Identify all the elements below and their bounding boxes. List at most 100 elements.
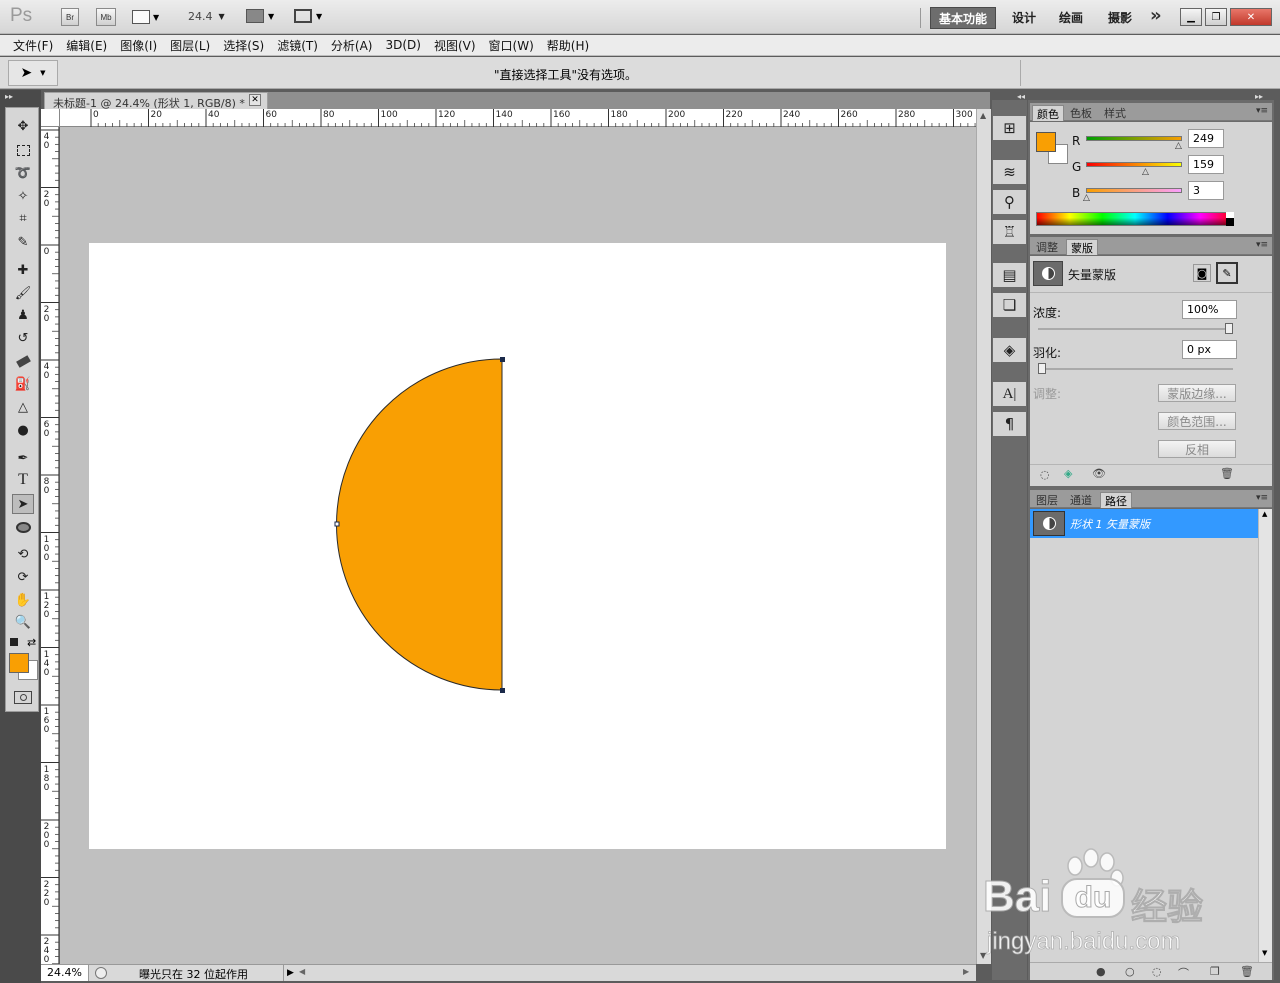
menu-edit[interactable]: 编辑(E) — [66, 37, 107, 54]
history-panel-icon[interactable]: ⊞ — [993, 116, 1026, 140]
brush-presets-icon[interactable]: ≋ — [993, 160, 1026, 184]
tool-preset-picker[interactable]: ➤ ▼ — [8, 60, 58, 86]
scroll-left-icon[interactable]: ◀ — [299, 967, 305, 976]
tab-masks[interactable]: 蒙版 — [1066, 239, 1098, 255]
green-value-field[interactable]: 159 — [1188, 155, 1224, 174]
healing-brush-tool[interactable]: ✚ — [12, 260, 34, 280]
crop-tool[interactable]: ⌗ — [12, 208, 34, 228]
visibility-eye-icon[interactable]: 👁 — [1092, 467, 1106, 480]
color-range-button[interactable]: 颜色范围... — [1158, 412, 1236, 430]
paths-scrollbar[interactable]: ▲ ▼ — [1258, 509, 1272, 962]
fill-path-icon[interactable]: ● — [1096, 965, 1106, 978]
ruler-origin[interactable] — [41, 109, 60, 127]
add-vector-mask-button[interactable]: ✎ — [1216, 262, 1238, 284]
character-panel-icon[interactable]: A| — [993, 382, 1026, 406]
red-value-field[interactable]: 249 — [1188, 129, 1224, 148]
tab-paths[interactable]: 路径 — [1100, 492, 1132, 508]
eraser-tool[interactable] — [12, 351, 34, 371]
red-slider-handle[interactable]: △ — [1175, 141, 1182, 151]
history-brush-tool[interactable]: ↺ — [12, 328, 34, 348]
marquee-tool[interactable] — [12, 140, 34, 160]
swap-colors-icon[interactable]: ⇄ — [27, 636, 36, 649]
3d-rotate-tool[interactable]: ⟲ — [12, 544, 34, 564]
paint-bucket-tool[interactable]: ⛽ — [12, 374, 34, 394]
document-canvas[interactable] — [89, 243, 946, 849]
new-path-icon[interactable]: ❐ — [1210, 965, 1220, 978]
scroll-down-icon[interactable]: ▼ — [1262, 949, 1267, 957]
mini-bridge-button[interactable]: Mb — [96, 8, 116, 26]
trash-icon[interactable]: 🗑 — [1240, 965, 1254, 978]
vertical-ruler[interactable]: 4020020406080100120140160180200220240 — [41, 127, 59, 965]
add-pixel-mask-button[interactable]: ◙ — [1193, 264, 1211, 282]
blue-slider[interactable] — [1086, 188, 1182, 193]
load-path-selection-icon[interactable]: ◌ — [1152, 965, 1162, 978]
menu-file[interactable]: 文件(F) — [13, 37, 53, 54]
default-colors-icon[interactable] — [10, 638, 18, 646]
mask-edge-button[interactable]: 蒙版边缘... — [1158, 384, 1236, 402]
document-tab[interactable]: 未标题-1 @ 24.4% (形状 1, RGB/8) * — [44, 92, 268, 110]
blue-slider-handle[interactable]: △ — [1083, 193, 1090, 203]
panel-menu-icon[interactable]: ▾≡ — [1256, 240, 1268, 250]
arrange-documents-button[interactable]: ▼ — [246, 9, 274, 23]
quick-selection-tool[interactable]: ✧ — [12, 186, 34, 206]
density-slider-thumb[interactable] — [1225, 323, 1233, 334]
menu-3d[interactable]: 3D(D) — [385, 38, 420, 52]
stroke-path-icon[interactable]: ○ — [1125, 965, 1135, 978]
menu-layer[interactable]: 图层(L) — [170, 37, 210, 54]
status-menu-button[interactable]: ▶ — [283, 965, 297, 981]
lasso-tool[interactable]: ➰ — [12, 163, 34, 183]
3d-orbit-tool[interactable]: ⟳ — [12, 567, 34, 587]
zoom-tool[interactable]: 🔍 — [12, 612, 34, 632]
panel-menu-icon[interactable]: ▾≡ — [1256, 493, 1268, 503]
collapse-icon[interactable]: ▸▸ — [1255, 92, 1263, 101]
status-zoom[interactable]: 24.4% — [41, 965, 89, 981]
blur-tool[interactable]: △ — [12, 397, 34, 417]
bridge-button[interactable]: Br — [61, 8, 79, 26]
screen-mode-button[interactable]: ▼ — [294, 9, 322, 23]
hand-tool[interactable]: ✋ — [12, 590, 34, 610]
scroll-up-icon[interactable]: ▲ — [980, 111, 986, 120]
collapse-icon[interactable]: ◂◂ — [1017, 92, 1025, 101]
more-workspaces-button[interactable]: » — [1150, 5, 1162, 26]
notes-panel-icon[interactable]: ❏ — [993, 293, 1026, 317]
tool-presets-icon[interactable]: ⚲ — [993, 190, 1026, 214]
color-spectrum-ramp[interactable] — [1036, 212, 1234, 226]
horizontal-ruler[interactable]: 0 20 40 60 80 100 120 140 160 180 200 220 240 260 280 3… — [60, 109, 976, 127]
workspace-painting-button[interactable]: 绘画 — [1059, 9, 1083, 26]
green-slider[interactable] — [1086, 162, 1182, 167]
feather-slider-thumb[interactable] — [1038, 363, 1046, 374]
paragraph-panel-icon[interactable]: ¶ — [993, 412, 1026, 436]
tab-layers[interactable]: 图层 — [1032, 492, 1062, 508]
apply-mask-icon[interactable]: ◈ — [1064, 467, 1072, 480]
dodge-tool[interactable]: ● — [12, 420, 34, 440]
path-row[interactable]: 形状 1 矢量蒙版 — [1030, 509, 1258, 538]
minimize-button[interactable]: ▁ — [1180, 8, 1202, 26]
scroll-up-icon[interactable]: ▲ — [1262, 510, 1267, 518]
brush-tool[interactable]: 🖌 — [12, 283, 34, 303]
eyedropper-tool[interactable]: ✎ — [12, 232, 34, 252]
type-tool[interactable]: T — [12, 470, 34, 490]
close-window-button[interactable]: ✕ — [1230, 8, 1272, 26]
density-field[interactable]: 100% — [1182, 300, 1237, 319]
workspace-photography-button[interactable]: 摄影 — [1108, 9, 1132, 26]
invert-button[interactable]: 反相 — [1158, 440, 1236, 458]
clone-source-icon[interactable]: ♖ — [993, 220, 1026, 244]
green-slider-handle[interactable]: △ — [1142, 167, 1149, 177]
menu-view[interactable]: 视图(V) — [434, 37, 476, 54]
ellipse-tool[interactable] — [12, 517, 34, 537]
tab-swatches[interactable]: 色板 — [1066, 105, 1096, 121]
panel-menu-icon[interactable]: ▾≡ — [1256, 106, 1268, 116]
zoom-level-dropdown[interactable]: 24.4 ▼ — [188, 10, 225, 23]
foreground-color-swatch[interactable] — [1036, 132, 1056, 152]
feather-field[interactable]: 0 px — [1182, 340, 1237, 359]
pen-tool[interactable]: ✒ — [12, 448, 34, 468]
make-work-path-icon[interactable]: ⌒ — [1178, 965, 1189, 981]
trash-icon[interactable]: 🗑 — [1220, 467, 1234, 480]
clone-stamp-tool[interactable]: ♟ — [12, 305, 34, 325]
menu-filter[interactable]: 滤镜(T) — [277, 37, 318, 54]
tab-color[interactable]: 颜色 — [1032, 105, 1064, 121]
3d-panel-icon[interactable]: ◈ — [993, 338, 1026, 362]
collapse-icon[interactable]: ▸▸ — [5, 92, 13, 101]
view-extras-button[interactable]: ▼ — [132, 9, 166, 25]
load-selection-icon[interactable]: ◌ — [1040, 468, 1050, 481]
